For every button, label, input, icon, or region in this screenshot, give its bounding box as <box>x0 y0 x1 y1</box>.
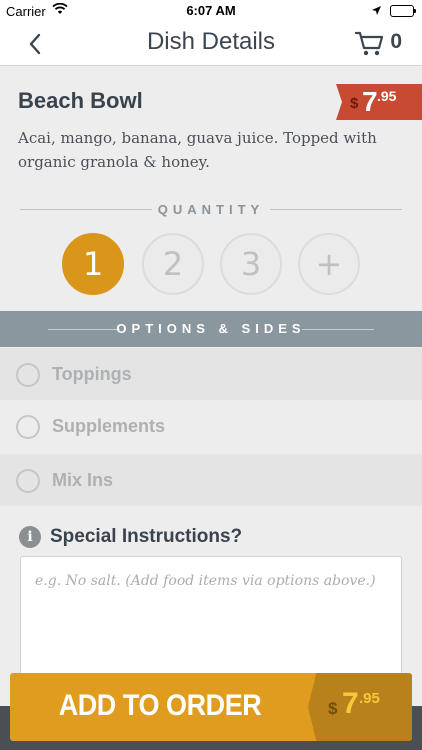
nav-bar: Dish Details 0 <box>0 22 422 66</box>
price-currency: $ <box>328 699 338 718</box>
price-cents: .95 <box>359 690 380 707</box>
radio-icon[interactable] <box>16 469 40 493</box>
battery-icon <box>390 5 416 17</box>
option-label: Supplements <box>52 416 166 436</box>
quantity-label-row: QUANTITY <box>20 200 402 220</box>
cart-count[interactable]: 0 <box>390 30 402 54</box>
price-currency: $ <box>350 95 359 112</box>
add-to-order-button[interactable]: ADD TO ORDER $ 7 .95 <box>10 673 412 741</box>
quantity-selector: 1 2 3 + <box>62 233 362 297</box>
quantity-option-3[interactable]: 3 <box>220 233 282 295</box>
divider <box>302 329 374 330</box>
option-supplements[interactable]: Supplements <box>0 400 422 452</box>
price-whole: 7 <box>362 86 378 117</box>
radio-icon[interactable] <box>16 363 40 387</box>
options-header: OPTIONS & SIDES <box>0 311 422 347</box>
quantity-more-button[interactable]: + <box>298 233 360 295</box>
option-label: Mix Ins <box>52 470 114 490</box>
add-to-order-label: ADD TO ORDER <box>58 689 262 722</box>
option-toppings[interactable]: Toppings <box>0 348 422 400</box>
clock: 6:07 AM <box>186 3 236 18</box>
quantity-option-1[interactable]: 1 <box>62 233 124 295</box>
dish-name: Beach Bowl <box>18 88 143 113</box>
price-whole: 7 <box>342 687 359 720</box>
status-bar: Carrier 6:07 AM <box>0 0 422 22</box>
radio-icon[interactable] <box>16 415 40 439</box>
location-arrow-icon <box>371 4 382 19</box>
dish-description: Acai, mango, banana, guava juice. Topped… <box>18 129 377 171</box>
special-instructions-title: Special Instructions? <box>50 526 243 547</box>
cart-icon[interactable] <box>354 29 384 57</box>
option-label: Toppings <box>52 364 132 384</box>
price-tag: $ 7 .95 <box>336 84 422 120</box>
price-cents: .95 <box>377 88 397 104</box>
add-to-order-price: $ 7 .95 <box>308 673 412 741</box>
divider <box>270 209 402 210</box>
quantity-option-2[interactable]: 2 <box>142 233 204 295</box>
info-icon: i <box>19 526 41 548</box>
option-mix-ins[interactable]: Mix Ins <box>0 454 422 506</box>
